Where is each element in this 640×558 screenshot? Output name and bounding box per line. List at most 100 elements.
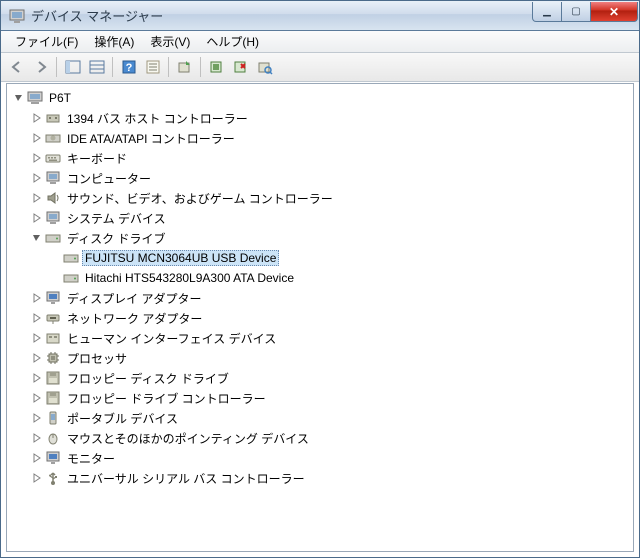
tree-panel[interactable]: P6T 1394 バス ホスト コントローラー IDE ATA/ATAPI コン… xyxy=(6,83,634,552)
computer-icon xyxy=(27,90,43,106)
tree-node-monitor[interactable]: モニター xyxy=(9,448,631,468)
app-icon xyxy=(9,8,25,24)
menu-action[interactable]: 操作(A) xyxy=(86,31,142,52)
toolbar: ? xyxy=(1,53,639,82)
tree-node-1394[interactable]: 1394 バス ホスト コントローラー xyxy=(9,108,631,128)
expand-icon[interactable] xyxy=(31,432,43,444)
view-button[interactable] xyxy=(85,56,108,79)
expand-icon[interactable] xyxy=(31,212,43,224)
expand-icon[interactable] xyxy=(31,332,43,344)
mouse-icon xyxy=(45,430,61,446)
svg-text:?: ? xyxy=(125,62,132,74)
expand-icon[interactable] xyxy=(31,172,43,184)
node-label: ポータブル デバイス xyxy=(64,409,181,428)
node-label: IDE ATA/ATAPI コントローラー xyxy=(64,129,238,148)
node-label: モニター xyxy=(64,449,118,468)
node-label: ユニバーサル シリアル バス コントローラー xyxy=(64,469,308,488)
expand-icon[interactable] xyxy=(31,392,43,404)
uninstall-button[interactable] xyxy=(205,56,228,79)
keyboard-icon xyxy=(45,150,61,166)
tree-node-portable[interactable]: ポータブル デバイス xyxy=(9,408,631,428)
tree-node-processor[interactable]: プロセッサ xyxy=(9,348,631,368)
network-icon xyxy=(45,310,61,326)
tree-node-sound[interactable]: サウンド、ビデオ、およびゲーム コントローラー xyxy=(9,188,631,208)
tree-node-disk-fujitsu[interactable]: FUJITSU MCN3064UB USB Device xyxy=(9,248,631,268)
node-label: ディスプレイ アダプター xyxy=(64,289,205,308)
titlebar[interactable]: デバイス マネージャー ▁ ▢ ✕ xyxy=(1,1,639,31)
tree-node-hid[interactable]: ヒューマン インターフェイス デバイス xyxy=(9,328,631,348)
node-label: ヒューマン インターフェイス デバイス xyxy=(64,329,279,348)
window-title: デバイス マネージャー xyxy=(31,6,533,25)
expand-icon[interactable] xyxy=(31,372,43,384)
tree-node-ide[interactable]: IDE ATA/ATAPI コントローラー xyxy=(9,128,631,148)
show-hide-tree-button[interactable] xyxy=(61,56,84,79)
node-label: システム デバイス xyxy=(64,209,169,228)
node-label: コンピューター xyxy=(64,169,154,188)
tree-node-network[interactable]: ネットワーク アダプター xyxy=(9,308,631,328)
tree-node-display[interactable]: ディスプレイ アダプター xyxy=(9,288,631,308)
device-tree: P6T 1394 バス ホスト コントローラー IDE ATA/ATAPI コン… xyxy=(7,84,633,492)
device-icon xyxy=(45,110,61,126)
expand-icon[interactable] xyxy=(31,112,43,124)
node-label: P6T xyxy=(46,90,74,106)
expand-icon[interactable] xyxy=(31,152,43,164)
expand-icon[interactable] xyxy=(31,412,43,424)
expand-icon[interactable] xyxy=(31,192,43,204)
node-label: フロッピー ドライブ コントローラー xyxy=(64,389,269,408)
maximize-button[interactable]: ▢ xyxy=(561,2,591,22)
update-driver-button[interactable] xyxy=(173,56,196,79)
system-icon xyxy=(45,210,61,226)
expand-icon[interactable] xyxy=(31,132,43,144)
hid-icon xyxy=(45,330,61,346)
tree-node-system[interactable]: システム デバイス xyxy=(9,208,631,228)
tree-node-floppy-ctrl[interactable]: フロッピー ドライブ コントローラー xyxy=(9,388,631,408)
tree-root[interactable]: P6T xyxy=(9,88,631,108)
speaker-icon xyxy=(45,190,61,206)
node-label: サウンド、ビデオ、およびゲーム コントローラー xyxy=(64,189,336,208)
forward-button[interactable] xyxy=(29,56,52,79)
node-label: ディスク ドライブ xyxy=(64,229,169,248)
expand-icon[interactable] xyxy=(31,292,43,304)
menu-help[interactable]: ヘルプ(H) xyxy=(198,31,267,52)
node-label-selected: FUJITSU MCN3064UB USB Device xyxy=(82,250,279,266)
expand-icon[interactable] xyxy=(31,452,43,464)
drive-icon xyxy=(45,130,61,146)
tree-node-mouse[interactable]: マウスとそのほかのポインティング デバイス xyxy=(9,428,631,448)
separator xyxy=(200,57,201,77)
tree-node-floppy-drive[interactable]: フロッピー ディスク ドライブ xyxy=(9,368,631,388)
drive-icon xyxy=(63,270,79,286)
cpu-icon xyxy=(45,350,61,366)
minimize-button[interactable]: ▁ xyxy=(532,2,562,22)
tree-node-computer[interactable]: コンピューター xyxy=(9,168,631,188)
properties-button[interactable] xyxy=(141,56,164,79)
help-button[interactable]: ? xyxy=(117,56,140,79)
tree-node-usb[interactable]: ユニバーサル シリアル バス コントローラー xyxy=(9,468,631,488)
node-label: プロセッサ xyxy=(64,349,130,368)
expand-icon[interactable] xyxy=(31,312,43,324)
device-manager-window: デバイス マネージャー ▁ ▢ ✕ ファイル(F) 操作(A) 表示(V) ヘル… xyxy=(0,0,640,558)
floppy-icon xyxy=(45,370,61,386)
close-button[interactable]: ✕ xyxy=(590,2,638,22)
expand-icon[interactable] xyxy=(31,472,43,484)
tree-node-disk[interactable]: ディスク ドライブ xyxy=(9,228,631,248)
menu-file[interactable]: ファイル(F) xyxy=(7,31,86,52)
scan-hardware-button[interactable] xyxy=(253,56,276,79)
tree-node-disk-hitachi[interactable]: Hitachi HTS543280L9A300 ATA Device xyxy=(9,268,631,288)
node-label: ネットワーク アダプター xyxy=(64,309,205,328)
tree-node-keyboard[interactable]: キーボード xyxy=(9,148,631,168)
expand-icon[interactable] xyxy=(31,352,43,364)
collapse-icon[interactable] xyxy=(31,232,43,244)
portable-icon xyxy=(45,410,61,426)
collapse-icon[interactable] xyxy=(13,92,25,104)
menu-view[interactable]: 表示(V) xyxy=(142,31,198,52)
node-label: Hitachi HTS543280L9A300 ATA Device xyxy=(82,270,297,286)
menubar: ファイル(F) 操作(A) 表示(V) ヘルプ(H) xyxy=(1,31,639,53)
window-controls: ▁ ▢ ✕ xyxy=(533,2,638,22)
disable-button[interactable] xyxy=(229,56,252,79)
display-icon xyxy=(45,290,61,306)
floppy-icon xyxy=(45,390,61,406)
node-label: マウスとそのほかのポインティング デバイス xyxy=(64,429,312,448)
separator xyxy=(56,57,57,77)
node-label: キーボード xyxy=(64,149,130,168)
back-button[interactable] xyxy=(5,56,28,79)
